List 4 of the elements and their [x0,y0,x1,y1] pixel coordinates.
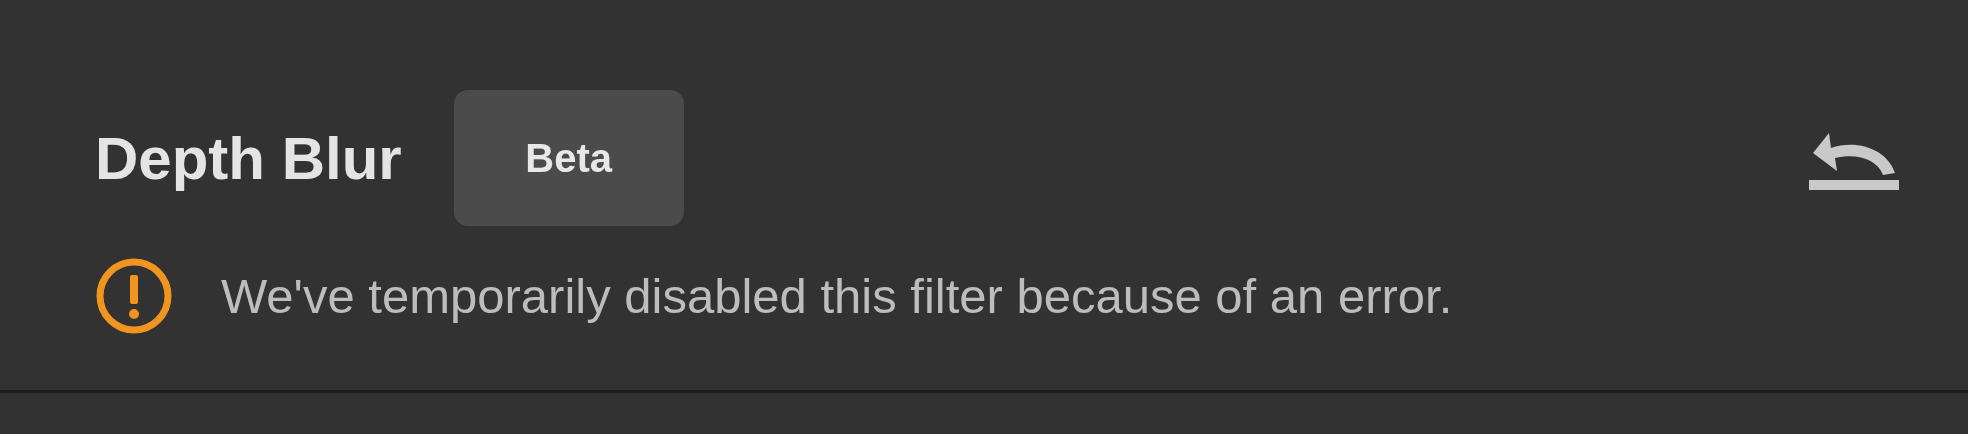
panel-title: Depth Blur [95,123,402,193]
beta-badge: Beta [453,90,684,226]
warning-icon [95,257,173,335]
error-message: We've temporarily disabled this filter because of an error. [221,268,1453,324]
